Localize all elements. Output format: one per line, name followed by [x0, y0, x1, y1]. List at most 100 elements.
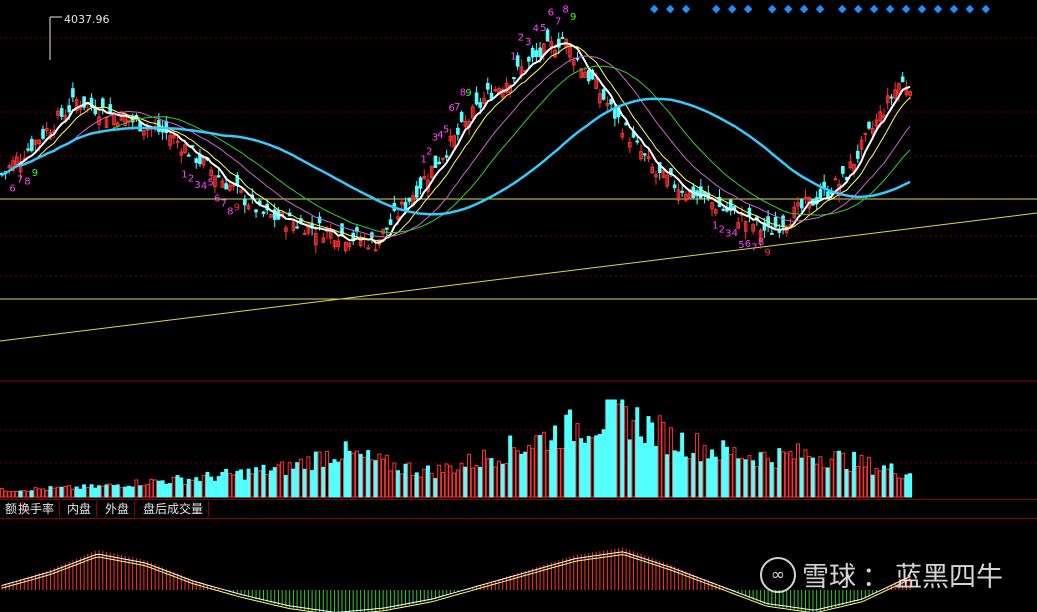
- volume-bar: [373, 460, 378, 498]
- volume-bar: [411, 474, 416, 498]
- candle-body: [407, 197, 412, 202]
- candle-body: [863, 132, 868, 135]
- tab-after-hours-volume[interactable]: 盘后成交量: [138, 501, 210, 517]
- td-count-label: 9: [570, 12, 576, 23]
- volume-bar: [347, 450, 352, 498]
- volume-bar: [646, 416, 651, 498]
- volume-bar: [807, 455, 812, 498]
- td-count-label: 2: [719, 224, 725, 235]
- volume-bar: [624, 406, 629, 498]
- watermark-separator: ：: [862, 562, 889, 593]
- volume-bar: [3, 490, 8, 498]
- volume-bar: [437, 464, 442, 498]
- td-count-label: 4: [732, 228, 738, 239]
- volume-bar: [422, 468, 427, 498]
- volume-bar: [773, 467, 778, 498]
- candle-body: [770, 232, 774, 235]
- volume-bar: [754, 466, 759, 498]
- volume-bar: [153, 479, 158, 498]
- volume-bar: [616, 403, 621, 498]
- volume-bar: [145, 484, 150, 498]
- volume-bar: [534, 435, 539, 498]
- volume-bar: [40, 488, 45, 498]
- volume-bar: [541, 431, 546, 498]
- candle-body: [781, 215, 785, 228]
- volume-bar: [336, 461, 341, 498]
- volume-bar: [52, 487, 57, 498]
- td-count-label: 6: [548, 7, 554, 18]
- volume-bar: [0, 488, 4, 498]
- volume-bar: [55, 486, 60, 498]
- candle-body: [545, 29, 550, 42]
- volume-bar: [156, 480, 161, 498]
- candle-body: [441, 157, 445, 160]
- candle-body: [444, 155, 449, 158]
- volume-bar: [134, 479, 139, 498]
- watermark: ∞ 雪球 ： 蓝黑四牛: [760, 555, 1003, 594]
- candle-body: [194, 158, 199, 163]
- volume-bar: [433, 478, 438, 498]
- volume-bar: [687, 458, 692, 498]
- volume-bar: [680, 432, 685, 498]
- candle-body: [366, 247, 370, 250]
- candle-body: [799, 199, 804, 209]
- candle-body: [231, 184, 236, 187]
- volume-bar: [840, 452, 845, 498]
- volume-bar: [612, 399, 617, 498]
- volume-bar: [440, 472, 445, 498]
- volume-bar: [216, 476, 221, 498]
- volume-bar: [235, 470, 240, 498]
- volume-bar: [171, 476, 176, 498]
- candle-body: [721, 208, 726, 211]
- volume-bar: [209, 476, 214, 498]
- volume-bar: [463, 466, 468, 498]
- indicator-tab-bar: 额 换手率 内盘 外盘 盘后成交量: [0, 499, 1037, 519]
- volume-bar: [418, 476, 423, 498]
- volume-bar: [814, 463, 819, 498]
- candle-body: [613, 107, 617, 119]
- volume-bar: [179, 477, 184, 498]
- volume-bar: [553, 425, 558, 498]
- volume-bar: [470, 467, 475, 498]
- signal-markers-4: ◆ ◆ ◆ ◆ ◆ ◆ ◆ ◆ ◆ ◆: [838, 2, 993, 15]
- candle-body: [601, 89, 606, 100]
- volume-bar: [369, 459, 374, 498]
- tab-inner-volume[interactable]: 内盘: [62, 501, 98, 517]
- volume-bar: [653, 446, 658, 498]
- volume-bar: [254, 467, 259, 498]
- volume-bar: [702, 445, 707, 498]
- candle-body: [243, 199, 247, 206]
- candle-body: [826, 191, 830, 199]
- volume-bar: [164, 483, 169, 498]
- volume-bar: [212, 480, 217, 498]
- candle-body: [530, 47, 535, 58]
- volume-bar: [108, 483, 113, 498]
- volume-bar: [500, 463, 505, 498]
- candle-body: [254, 209, 258, 213]
- candle-body: [642, 153, 647, 156]
- volume-bar: [414, 472, 419, 498]
- volume-bar: [672, 450, 677, 498]
- volume-bar: [511, 447, 516, 498]
- volume-bar: [676, 451, 681, 498]
- xueqiu-logo-icon: ∞: [760, 556, 796, 593]
- volume-bar: [85, 487, 90, 498]
- volume-bar: [257, 470, 262, 498]
- volume-bar: [59, 486, 64, 498]
- candle-body: [224, 183, 228, 190]
- volume-bar: [788, 451, 793, 498]
- volume-bar: [104, 484, 109, 498]
- volume-bar: [93, 487, 98, 498]
- td-count-label: 3: [725, 229, 731, 240]
- volume-bar: [183, 484, 188, 498]
- candle-body: [841, 165, 845, 174]
- volume-bar: [276, 464, 281, 498]
- tab-turnover-rate[interactable]: 换手率: [13, 501, 61, 517]
- volume-bar: [556, 447, 561, 498]
- tab-outer-volume[interactable]: 外盘: [100, 501, 136, 517]
- volume-bar: [321, 466, 326, 498]
- volume-bar: [343, 441, 348, 498]
- ma5-line: [1, 42, 911, 244]
- volume-bar: [631, 420, 636, 498]
- candle-body: [403, 201, 408, 210]
